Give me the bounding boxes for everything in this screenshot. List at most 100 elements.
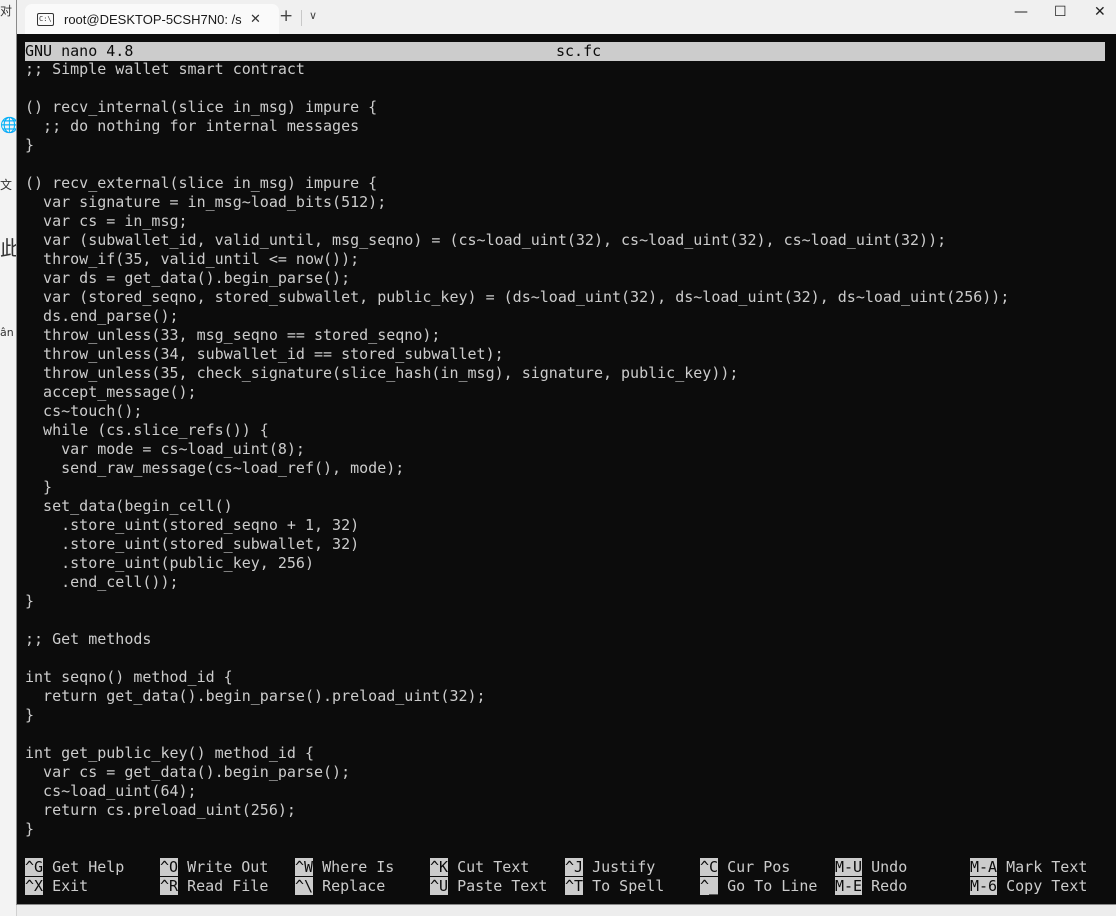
shortcut-key: M-U xyxy=(835,858,863,876)
new-tab-button[interactable]: + xyxy=(279,6,293,26)
tab-title: root@DESKTOP-5CSH7N0: /sr xyxy=(64,11,242,27)
shortcut-item: ^T To Spell xyxy=(565,877,664,896)
code-line[interactable]: cs~touch(); xyxy=(25,402,1009,421)
title-bar[interactable]: C:\ root@DESKTOP-5CSH7N0: /sr ✕ + ∨ — ☐ … xyxy=(17,0,1116,34)
nano-title-bar: GNU nano 4.8 sc.fc xyxy=(25,42,1105,61)
code-line[interactable]: ds.end_parse(); xyxy=(25,307,1009,326)
shortcut-key: M-A xyxy=(970,858,998,876)
shortcut-label: Exit xyxy=(52,877,89,895)
shortcut-item: M-U Undo xyxy=(835,858,907,877)
code-line[interactable]: var (stored_seqno, stored_subwallet, pub… xyxy=(25,288,1009,307)
shortcut-label: Go To Line xyxy=(727,877,818,895)
code-line[interactable]: set_data(begin_cell() xyxy=(25,497,1009,516)
shortcut-label: Read File xyxy=(187,877,269,895)
shortcut-label: To Spell xyxy=(592,877,665,895)
code-line[interactable]: ;; Get methods xyxy=(25,630,1009,649)
code-line[interactable]: var (subwallet_id, valid_until, msg_seqn… xyxy=(25,231,1009,250)
shortcut-item: M-E Redo xyxy=(835,877,907,896)
close-tab-icon[interactable]: ✕ xyxy=(250,12,261,27)
background-glyph: ân xyxy=(0,326,14,339)
code-line[interactable] xyxy=(25,611,1009,630)
shortcut-label: Justify xyxy=(592,858,656,876)
shortcut-item: ^W Where Is xyxy=(295,858,394,877)
code-line[interactable]: ;; do nothing for internal messages xyxy=(25,117,1009,136)
terminal-area[interactable]: GNU nano 4.8 sc.fc ;; Simple wallet smar… xyxy=(17,34,1116,904)
code-line[interactable]: var cs = in_msg; xyxy=(25,212,1009,231)
shortcut-item: ^X Exit xyxy=(25,877,88,896)
shortcut-key: ^G xyxy=(25,858,44,876)
code-line[interactable]: send_raw_message(cs~load_ref(), mode); xyxy=(25,459,1009,478)
shortcut-item: ^_ Go To Line xyxy=(700,877,817,896)
maximize-button[interactable]: ☐ xyxy=(1054,4,1067,20)
code-line[interactable] xyxy=(25,155,1009,174)
close-window-button[interactable]: ✕ xyxy=(1094,4,1106,20)
shortcut-item: ^J Justify xyxy=(565,858,655,877)
shortcut-item: ^O Write Out xyxy=(160,858,268,877)
shortcut-item: M-6 Copy Text xyxy=(970,877,1087,896)
code-line[interactable]: } xyxy=(25,820,1009,839)
shortcut-key: ^W xyxy=(295,858,314,876)
code-line[interactable]: var ds = get_data().begin_parse(); xyxy=(25,269,1009,288)
code-line[interactable]: int seqno() method_id { xyxy=(25,668,1009,687)
code-line[interactable]: .store_uint(stored_seqno + 1, 32) xyxy=(25,516,1009,535)
shortcut-key: ^K xyxy=(430,858,449,876)
minimize-button[interactable]: — xyxy=(1014,4,1028,20)
code-line[interactable]: } xyxy=(25,136,1009,155)
shortcut-label: Copy Text xyxy=(1006,877,1088,895)
code-line[interactable]: var signature = in_msg~load_bits(512); xyxy=(25,193,1009,212)
nano-shortcut-bar: ^G Get Help ^X Exit ^O Write Out ^R Read Fi… xyxy=(25,858,1115,896)
chevron-down-icon[interactable]: ∨ xyxy=(309,9,317,22)
shortcut-label: Write Out xyxy=(187,858,269,876)
code-line[interactable]: .end_cell()); xyxy=(25,573,1009,592)
shortcut-label: Replace xyxy=(322,877,386,895)
nano-filename: sc.fc xyxy=(556,42,602,60)
code-line[interactable]: throw_unless(34, subwallet_id == stored_… xyxy=(25,345,1009,364)
shortcut-item: ^G Get Help xyxy=(25,858,124,877)
background-glyph: 对 xyxy=(0,4,13,18)
code-line[interactable]: throw_if(35, valid_until <= now()); xyxy=(25,250,1009,269)
terminal-icon: C:\ xyxy=(37,12,54,26)
shortcut-item: ^\ Replace xyxy=(295,877,385,896)
code-line[interactable]: ;; Simple wallet smart contract xyxy=(25,60,1009,79)
titlebar-divider xyxy=(301,10,302,26)
code-line[interactable]: } xyxy=(25,706,1009,725)
code-line[interactable]: } xyxy=(25,478,1009,497)
code-line[interactable]: var cs = get_data().begin_parse(); xyxy=(25,763,1009,782)
code-line[interactable]: int get_public_key() method_id { xyxy=(25,744,1009,763)
code-line[interactable] xyxy=(25,725,1009,744)
shortcut-key: ^\ xyxy=(295,877,314,895)
shortcut-key: ^X xyxy=(25,877,44,895)
shortcut-key: ^C xyxy=(700,858,719,876)
shortcut-label: Redo xyxy=(871,877,908,895)
code-line[interactable]: var mode = cs~load_uint(8); xyxy=(25,440,1009,459)
code-line[interactable] xyxy=(25,79,1009,98)
background-window-edge: 对 🌐 文 此 ân xyxy=(0,0,20,916)
code-line[interactable]: throw_unless(33, msg_seqno == stored_seq… xyxy=(25,326,1009,345)
shortcut-key: ^J xyxy=(565,858,584,876)
code-line[interactable]: .store_uint(stored_subwallet, 32) xyxy=(25,535,1009,554)
code-line[interactable]: return cs.preload_uint(256); xyxy=(25,801,1009,820)
code-line[interactable]: while (cs.slice_refs()) { xyxy=(25,421,1009,440)
code-line[interactable]: () recv_external(slice in_msg) impure { xyxy=(25,174,1009,193)
code-line[interactable]: .store_uint(public_key, 256) xyxy=(25,554,1009,573)
terminal-tab[interactable]: C:\ root@DESKTOP-5CSH7N0: /sr ✕ xyxy=(25,4,279,34)
code-editor[interactable]: ;; Simple wallet smart contract () recv_i… xyxy=(25,60,1009,839)
shortcut-label: Paste Text xyxy=(457,877,548,895)
shortcut-item: ^K Cut Text xyxy=(430,858,529,877)
shortcut-key: ^U xyxy=(430,877,449,895)
shortcut-key: M-E xyxy=(835,877,863,895)
shortcut-key: ^R xyxy=(160,877,179,895)
shortcut-label: Mark Text xyxy=(1006,858,1088,876)
shortcut-item: M-A Mark Text xyxy=(970,858,1087,877)
code-line[interactable]: accept_message(); xyxy=(25,383,1009,402)
code-line[interactable]: cs~load_uint(64); xyxy=(25,782,1009,801)
code-line[interactable]: () recv_internal(slice in_msg) impure { xyxy=(25,98,1009,117)
code-line[interactable] xyxy=(25,649,1009,668)
shortcut-key: ^T xyxy=(565,877,584,895)
code-line[interactable]: throw_unless(35, check_signature(slice_h… xyxy=(25,364,1009,383)
code-line[interactable]: return get_data().begin_parse().preload_… xyxy=(25,687,1009,706)
code-line[interactable]: } xyxy=(25,592,1009,611)
shortcut-item: ^U Paste Text xyxy=(430,877,547,896)
nano-version: GNU nano 4.8 xyxy=(25,42,134,60)
shortcut-key: ^O xyxy=(160,858,179,876)
